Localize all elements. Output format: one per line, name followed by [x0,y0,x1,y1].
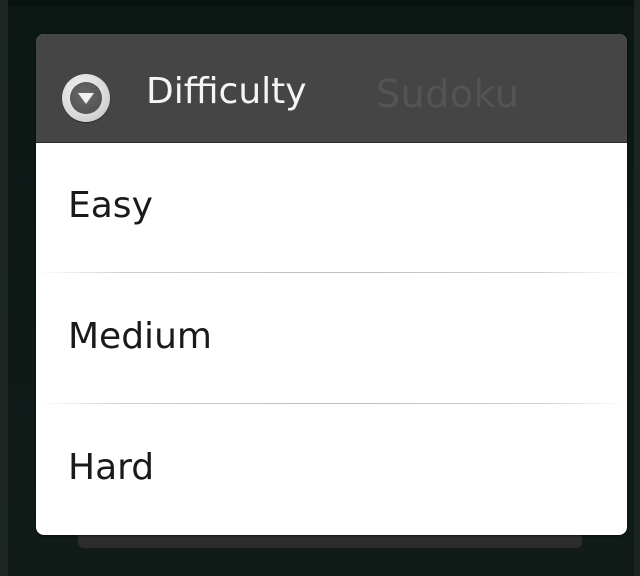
dialog-title: Difficulty [146,71,307,112]
dropdown-arrow-icon [62,74,110,122]
option-label: Hard [68,447,155,488]
frame-left-edge [0,0,8,576]
option-medium[interactable]: Medium [36,273,627,404]
background-app-title: Sudoku [376,72,520,116]
difficulty-dialog: Sudoku Difficulty Easy Medium Hard [36,34,627,535]
option-hard[interactable]: Hard [36,404,627,535]
option-label: Medium [68,316,212,357]
option-easy[interactable]: Easy [36,142,627,273]
option-label: Easy [68,185,153,226]
difficulty-options-list: Easy Medium Hard [36,142,627,535]
dialog-header: Sudoku Difficulty [36,34,627,143]
frame-top-edge [0,0,640,6]
frame-right-edge [634,0,640,576]
